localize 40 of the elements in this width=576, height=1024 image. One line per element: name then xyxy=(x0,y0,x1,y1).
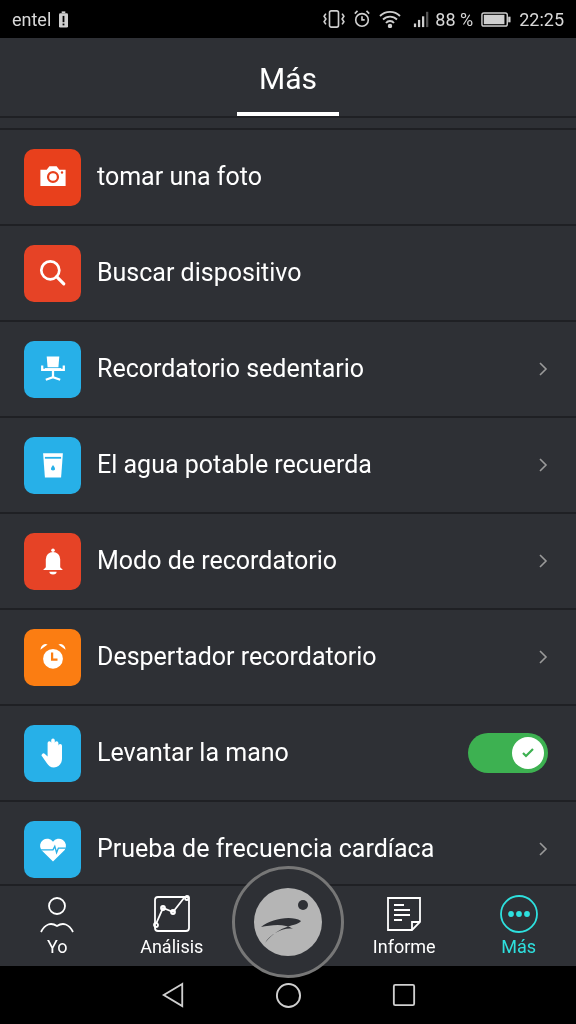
chevron-icon xyxy=(538,361,548,377)
settings-row[interactable]: Levantar la mano xyxy=(0,706,576,802)
settings-row[interactable]: Modo de recordatorio xyxy=(0,514,576,610)
more-icon xyxy=(498,893,539,934)
row-label: tomar una foto xyxy=(97,161,263,194)
settings-row[interactable]: Recordatorio sedentario xyxy=(0,322,576,418)
carrier-name: entel xyxy=(12,7,52,32)
nav-tab[interactable]: Análisis xyxy=(114,886,229,966)
nav-tab[interactable]: Yo xyxy=(0,886,115,966)
page-title: Más xyxy=(259,64,317,94)
swoosh-logo-icon xyxy=(253,887,323,957)
chevron-icon xyxy=(538,841,548,857)
back-icon[interactable] xyxy=(160,982,185,1008)
settings-row[interactable]: Buscar dispositivo xyxy=(0,226,576,322)
recents-icon[interactable] xyxy=(391,983,416,1007)
chevron-icon xyxy=(538,457,548,473)
line-chart-icon xyxy=(151,893,192,934)
row-label: Modo de recordatorio xyxy=(97,545,338,578)
battery-icon xyxy=(481,11,512,27)
vibrate-icon xyxy=(323,10,346,28)
settings-row[interactable]: tomar una foto xyxy=(0,130,576,226)
battery-percent: 88 % xyxy=(435,7,474,32)
row-label: Buscar dispositivo xyxy=(97,257,303,290)
nav-tab[interactable]: Más xyxy=(461,886,576,966)
chevron-icon xyxy=(538,553,548,569)
settings-row[interactable]: El agua potable recuerda xyxy=(0,418,576,514)
settings-row[interactable]: Despertador recordatorio xyxy=(0,610,576,706)
chevron-icon xyxy=(538,649,548,665)
row-label: Prueba de frecuencia cardíaca xyxy=(97,833,436,866)
alarm-icon xyxy=(353,10,372,28)
clock-time: 22:25 xyxy=(519,7,564,32)
row-label: Levantar la mano xyxy=(97,737,290,770)
toggle-switch[interactable] xyxy=(468,733,548,773)
wifi-icon xyxy=(379,10,402,28)
row-label: Despertador recordatorio xyxy=(97,641,378,674)
home-icon[interactable] xyxy=(274,981,302,1009)
nav-tab[interactable]: Informe xyxy=(347,886,462,966)
battery-alert-icon xyxy=(59,10,69,28)
row-label: El agua potable recuerda xyxy=(97,449,373,482)
row-label: Recordatorio sedentario xyxy=(97,353,366,386)
